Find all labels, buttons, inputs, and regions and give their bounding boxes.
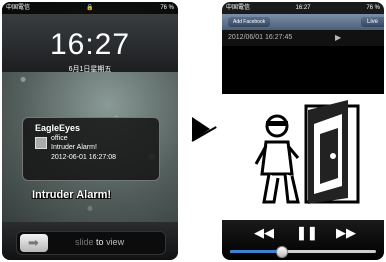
intruder-illustration-icon bbox=[254, 100, 360, 204]
video-letterbox bbox=[222, 46, 384, 94]
progress-track[interactable] bbox=[230, 246, 376, 258]
arrow-right-icon: ➡ bbox=[28, 235, 39, 250]
lock-header: 16:27 6月1日星期五 bbox=[2, 14, 178, 73]
rewind-button[interactable]: ◀◀ bbox=[254, 225, 274, 241]
progress-thumb[interactable] bbox=[276, 246, 289, 258]
time-label: 16:27 bbox=[295, 5, 311, 11]
clock: 16:27 bbox=[49, 28, 131, 61]
app-icon bbox=[35, 137, 47, 149]
fast-forward-button[interactable]: ▶▶ bbox=[336, 225, 356, 241]
playback-info-bar: 2012/06/01 16:27:45 ▶ bbox=[222, 30, 384, 46]
notification-timestamp: 2012-06-01 16:27:08 bbox=[51, 154, 116, 161]
nav-bar: Add Facebook Live bbox=[222, 14, 384, 30]
progress-fill bbox=[230, 250, 282, 253]
battery-label: 76 % bbox=[366, 5, 380, 11]
pause-button[interactable]: ❚❚ bbox=[296, 225, 318, 241]
status-bar: 中国電信 🔒 76 % bbox=[2, 2, 178, 14]
slider-knob[interactable]: ➡ bbox=[20, 234, 48, 252]
alarm-caption: Intruder Alarm! bbox=[32, 189, 112, 201]
play-indicator-icon: ▶ bbox=[335, 33, 342, 42]
playback-timestamp: 2012/06/01 16:27:45 bbox=[228, 34, 293, 41]
lock-screen: 中国電信 🔒 76 % 16:27 6月1日星期五 EagleEyes offi… bbox=[2, 2, 178, 260]
status-bar: 中国電信 16:27 76 % bbox=[222, 2, 384, 14]
battery-label: 76 % bbox=[160, 5, 174, 11]
notification-line: office bbox=[51, 135, 68, 142]
slide-to-view-slider[interactable]: ➡ slide to view bbox=[16, 231, 166, 255]
live-button[interactable]: Live bbox=[360, 17, 384, 27]
playback-controls: ◀◀ ❚❚ ▶▶ bbox=[222, 220, 384, 260]
back-button[interactable]: Add Facebook bbox=[228, 17, 271, 27]
padlock-icon: 🔒 bbox=[86, 5, 94, 11]
lock-footer: ➡ slide to view bbox=[2, 222, 178, 260]
player-screen: 中国電信 16:27 76 % Add Facebook Live 2012/0… bbox=[222, 2, 384, 260]
slide-hint: slide to view bbox=[75, 237, 125, 247]
push-notification[interactable]: EagleEyes office Intruder Alarm! 2012-06… bbox=[22, 117, 160, 181]
date: 6月1日星期五 bbox=[68, 66, 112, 73]
notification-line: Intruder Alarm! bbox=[51, 144, 97, 151]
intruder-video bbox=[222, 94, 384, 220]
notification-app-name: EagleEyes bbox=[35, 123, 81, 133]
